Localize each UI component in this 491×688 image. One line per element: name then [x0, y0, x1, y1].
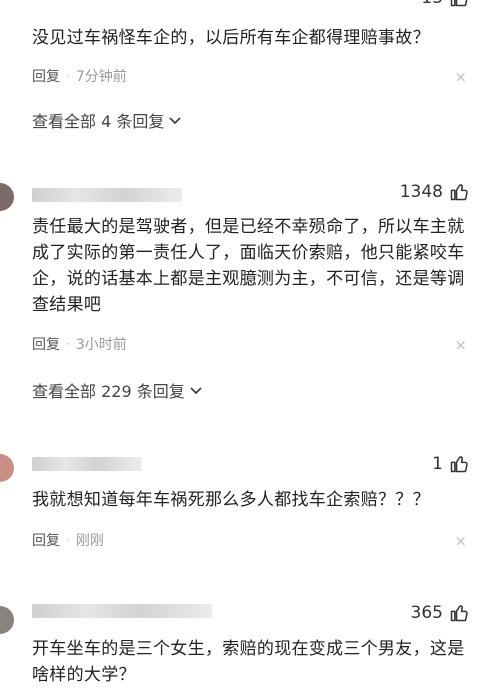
- like-count: 1: [432, 454, 443, 474]
- username-blurred[interactable]: [32, 604, 212, 618]
- like-count: 365: [410, 603, 443, 623]
- comment-meta: 回复 · 3小时前: [32, 334, 127, 354]
- reply-button[interactable]: 回复: [32, 66, 60, 86]
- thumbs-up-icon[interactable]: [449, 0, 469, 8]
- like-count: 13: [421, 0, 443, 8]
- username-blurred[interactable]: [32, 188, 182, 202]
- timestamp: 刚刚: [75, 533, 104, 549]
- timestamp: 3小时前: [75, 337, 127, 353]
- chevron-down-icon: [190, 387, 202, 395]
- view-all-replies-label: 查看全部 4 条回复: [32, 112, 165, 131]
- close-button[interactable]: ×: [454, 336, 467, 354]
- avatar[interactable]: [0, 606, 14, 634]
- view-all-replies-label: 查看全部 229 条回复: [32, 382, 185, 401]
- username-blurred[interactable]: [32, 457, 142, 471]
- thumbs-up-icon[interactable]: [449, 454, 469, 474]
- view-all-replies-button[interactable]: 查看全部 4 条回复: [32, 108, 182, 132]
- close-button[interactable]: ×: [454, 68, 467, 86]
- comment-text: 我就想知道每年车祸死那么多人都找车企索赔？？？: [32, 490, 430, 510]
- comment-text: 开车坐车的是三个女生，索赔的现在变成三个男友，这是啥样的大学？: [32, 639, 465, 685]
- view-all-replies-button[interactable]: 查看全部 229 条回复: [32, 378, 203, 402]
- like-count-group[interactable]: 1: [432, 454, 469, 474]
- meta-separator: ·: [66, 533, 70, 547]
- reply-button[interactable]: 回复: [32, 530, 60, 550]
- close-button[interactable]: ×: [454, 532, 467, 550]
- comment-meta: 回复 · 7分钟前: [32, 66, 127, 86]
- comment-text: 责任最大的是驾驶者，但是已经不幸殒命了，所以车主就成了实际的第一责任人了，面临天…: [32, 217, 465, 315]
- like-count-group[interactable]: 13: [421, 0, 469, 8]
- avatar[interactable]: [0, 183, 14, 211]
- thumbs-up-icon[interactable]: [449, 182, 469, 202]
- timestamp: 7分钟前: [75, 69, 127, 85]
- avatar[interactable]: [0, 454, 14, 482]
- meta-separator: ·: [66, 337, 70, 351]
- like-count: 1348: [399, 182, 443, 202]
- like-count-group[interactable]: 365: [411, 603, 469, 623]
- thumbs-up-icon[interactable]: [449, 603, 469, 623]
- reply-button[interactable]: 回复: [32, 334, 60, 354]
- comment-meta: 回复 · 刚刚: [32, 530, 104, 550]
- comment-text: 没见过车祸怪车企的，以后所有车企都得理赔事故？: [32, 28, 430, 48]
- meta-separator: ·: [66, 69, 70, 83]
- chevron-down-icon: [169, 117, 181, 125]
- like-count-group[interactable]: 1348: [400, 182, 469, 202]
